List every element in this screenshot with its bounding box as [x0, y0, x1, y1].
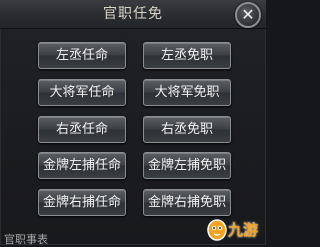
dismiss-gold-right-constable-button[interactable]: 金牌右捕免职: [143, 189, 231, 216]
close-button[interactable]: ✕: [235, 2, 261, 28]
dismiss-gold-left-constable-button[interactable]: 金牌左捕免职: [143, 152, 231, 179]
appoint-left-chancellor-button[interactable]: 左丞任命: [38, 42, 126, 69]
dismiss-left-chancellor-button[interactable]: 左丞免职: [143, 42, 231, 69]
watermark-mascot-icon: [207, 219, 227, 241]
dialog-title: 官职任免: [103, 6, 163, 22]
close-icon: ✕: [241, 5, 255, 24]
appoint-right-chancellor-button[interactable]: 右丞任命: [38, 116, 126, 143]
watermark-logo: 九游: [206, 217, 264, 243]
watermark-brand: 九游: [228, 221, 259, 239]
appoint-gold-left-constable-button[interactable]: 金牌左捕任命: [38, 152, 126, 179]
dialog-title-bar: 官职任免: [0, 0, 266, 29]
dismiss-general-button[interactable]: 大将军免职: [143, 79, 231, 106]
appoint-gold-right-constable-button[interactable]: 金牌右捕任命: [38, 189, 126, 216]
dismiss-right-chancellor-button[interactable]: 右丞免职: [143, 116, 231, 143]
appoint-general-button[interactable]: 大将军任命: [38, 79, 126, 106]
